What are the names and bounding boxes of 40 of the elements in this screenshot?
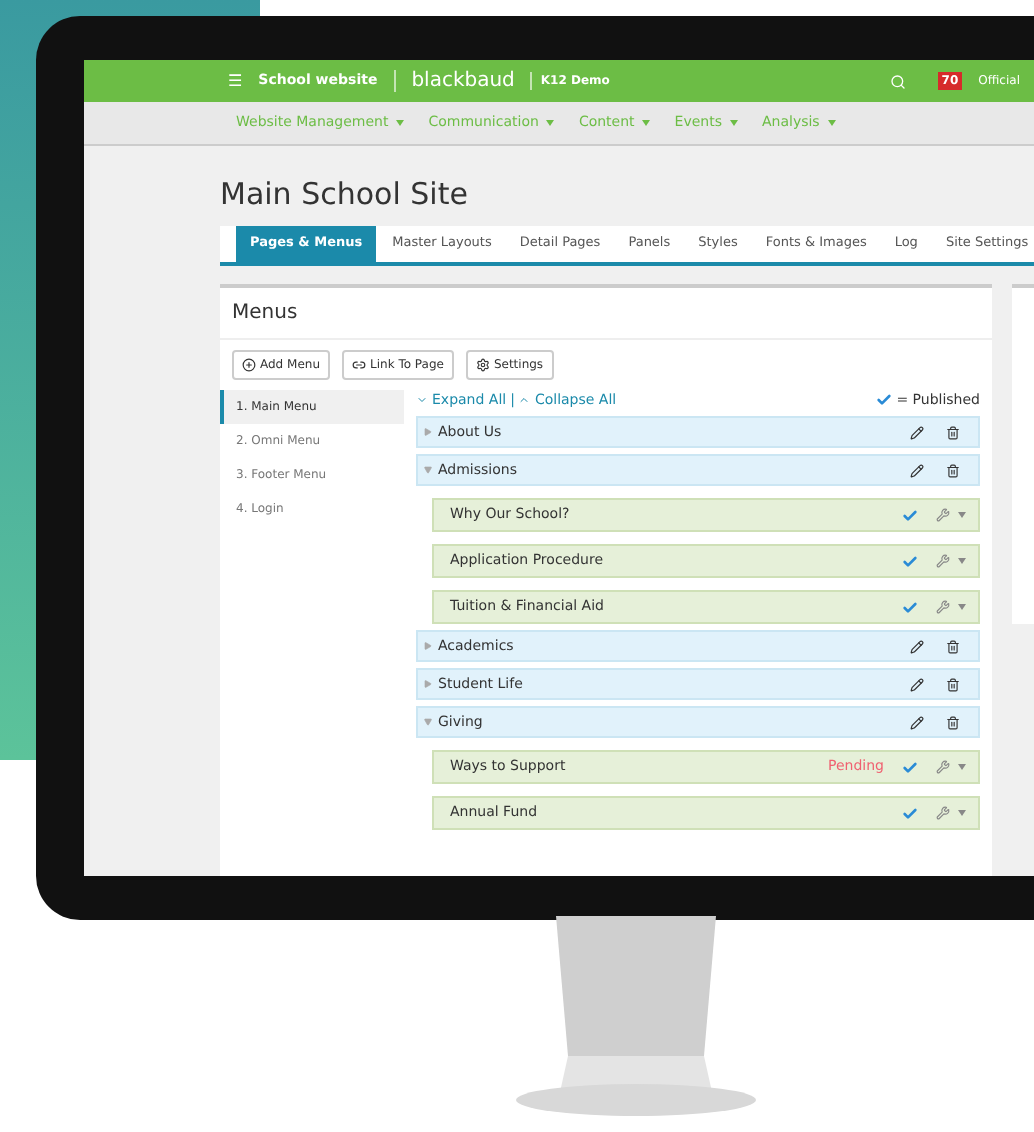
edit-icon[interactable] (910, 463, 924, 477)
search-icon[interactable] (889, 73, 906, 89)
wrench-dropdown[interactable] (936, 554, 966, 568)
wrench-dropdown[interactable] (936, 760, 966, 774)
caret-icon (958, 512, 966, 518)
page-title: Main School Site (218, 174, 470, 216)
link-icon (352, 357, 366, 371)
caret-icon (396, 119, 405, 126)
brand-logo: blackbaud (411, 68, 515, 96)
caret-icon (958, 604, 966, 610)
wrench-dropdown[interactable] (936, 600, 966, 614)
panel-title: Menus (220, 287, 992, 339)
edit-icon[interactable] (910, 677, 924, 691)
collapse-arrow-icon[interactable] (424, 718, 432, 726)
expand-arrow-icon[interactable] (424, 680, 432, 688)
caret-icon (729, 119, 738, 126)
caret-icon (958, 764, 966, 770)
edit-icon[interactable] (910, 715, 924, 729)
settings-icon (475, 357, 490, 371)
check-icon (876, 391, 893, 408)
delete-icon[interactable] (946, 425, 960, 439)
caret-icon (958, 810, 966, 816)
caret-icon (642, 119, 651, 126)
delete-icon[interactable] (946, 463, 960, 477)
collapse-arrow-icon[interactable] (424, 466, 432, 474)
chevron-down-icon (416, 393, 428, 406)
caret-icon (827, 119, 836, 126)
delete-icon[interactable] (946, 639, 960, 653)
plus-icon (242, 357, 256, 371)
expand-arrow-icon[interactable] (424, 642, 432, 650)
expand-arrow-icon[interactable] (424, 428, 432, 436)
chevron-up-icon (518, 393, 531, 406)
wrench-dropdown[interactable] (936, 806, 966, 820)
delete-icon[interactable] (946, 677, 960, 691)
wrench-dropdown[interactable] (936, 508, 966, 522)
delete-icon[interactable] (946, 715, 960, 729)
caret-icon (958, 558, 966, 564)
edit-icon[interactable] (910, 425, 924, 439)
caret-icon (546, 119, 555, 126)
edit-icon[interactable] (910, 639, 924, 653)
